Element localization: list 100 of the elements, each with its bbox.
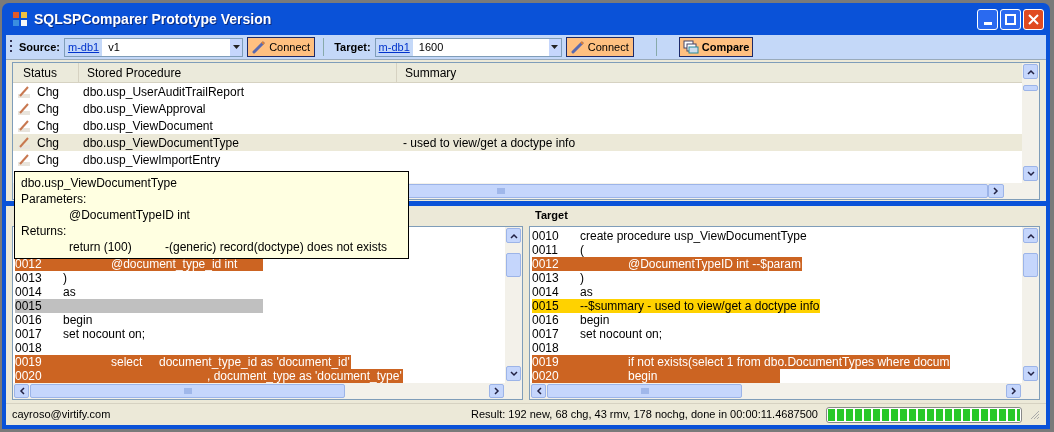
line-number: 0011 [532,243,559,257]
database-name: 1600 [417,39,445,55]
code-text: begin [62,313,94,327]
line-number: 0012 [532,257,560,271]
line-number: 0018 [532,341,560,355]
column-header[interactable]: Status [13,63,79,82]
line-number: 0020 [532,369,560,383]
close-button[interactable] [1023,8,1044,30]
maximize-icon [1005,13,1016,25]
server-link[interactable]: m-db1 [64,38,103,56]
dropdown-arrow-icon [232,45,240,49]
pencil-icon [17,101,31,116]
user-email: cayroso@virtify.com [12,407,111,423]
line-number: 0017 [532,327,560,341]
pencil-icon [17,84,31,99]
server-link[interactable]: m-db1 [375,38,413,56]
pane-title: Target [534,208,569,223]
line-number: 0014 [532,285,560,299]
connect-button[interactable]: Connect [247,37,316,57]
line-number: 0010 [532,229,560,243]
code-text: ) [62,271,68,285]
tooltip-title: dbo.usp_ViewDocumentType [21,175,178,191]
tooltip-text: Parameters: [21,191,88,207]
tooltip-text: return (100) -(generic) record(doctype) does not exists [68,239,389,255]
resize-grip-icon [1030,409,1040,420]
tooltip-text: @DocumentTypeID int [68,207,191,223]
connect-button[interactable]: Connect [565,37,634,57]
windows-icon [682,40,699,54]
vertical-scrollbar[interactable] [1022,227,1039,399]
field-label: Target: [334,39,371,55]
field-label: Source: [19,39,60,55]
line-number: 0013 [532,271,560,285]
code-text: @document_type_id int [110,257,239,271]
line-number: 0019 [15,355,43,369]
database-dropdown[interactable]: m-db1 1600 [374,37,562,57]
code-text: as [579,285,594,299]
grip-handle-icon[interactable] [10,39,13,55]
table-cell-text: Chg [37,134,59,152]
maximize-button[interactable] [1000,8,1021,30]
scrollbar-thumb[interactable] [506,253,521,277]
compare-button[interactable]: Compare [678,37,754,57]
table-cell-text: Chg [37,100,59,118]
line-number: 0018 [15,341,43,355]
plug-icon [570,40,585,54]
result-summary: Result: 192 new, 68 chg, 43 rmv, 178 nochg, done in 00:00:11.4687500 [471,407,818,423]
code-text: --$summary - used to view/get a doctype info [579,299,821,313]
code-text: if not exists(select 1 from dbo.DocumentTypes where docum [627,355,951,369]
pencil-icon [17,135,31,150]
pencil-icon [17,118,31,133]
horizontal-scrollbar[interactable] [13,383,505,399]
line-number: 0015 [15,299,43,313]
dropdown-arrow-icon [551,45,559,49]
line-number: 0014 [15,285,43,299]
table-cell-text: - used to view/get a doctype info [402,134,577,152]
app-icon [12,11,28,27]
close-icon [1028,13,1039,25]
table-cell-text: Chg [37,83,59,101]
code-text: begin [579,313,611,327]
code-text: begin [627,369,659,383]
line-number: 0015 [532,299,560,313]
line-number: 0019 [532,355,560,369]
line-number: 0012 [15,257,43,271]
table-cell-text: dbo.usp_ViewApproval [82,100,207,118]
vertical-scrollbar[interactable] [505,227,522,399]
vertical-scrollbar[interactable] [1022,63,1039,199]
scrollbar-thumb[interactable] [1023,253,1038,277]
column-header[interactable]: Stored Procedure [79,63,397,82]
line-number: 0013 [15,271,43,285]
tooltip-text: Returns: [21,223,68,239]
code-text: ) [579,271,585,285]
code-text: create procedure usp_ViewDocumentType [579,229,808,243]
code-text: set nocount on; [579,327,664,341]
grip-icon [183,388,192,394]
window-title: SQLSPComparer Prototype Version [34,9,272,29]
code-text: as [62,285,77,299]
line-number: 0017 [15,327,43,341]
line-number: 0016 [15,313,43,327]
code-text: @DocumentTypeID int --$param [627,257,802,271]
grip-icon [497,188,505,194]
scrollbar-thumb[interactable] [1023,85,1038,91]
minimize-icon [983,21,992,25]
grip-icon [640,388,649,394]
database-dropdown[interactable]: m-db1 v1 [63,37,244,57]
table-row[interactable]: Chg dbo.usp_ViewDocumentType - used to view/get a doctype info [13,134,1022,151]
code-text: ( [579,243,585,257]
plug-icon [252,40,267,54]
table-cell-text: dbo.usp_ViewDocumentType [82,134,240,152]
database-name: v1 [107,39,121,55]
table-cell-text: Chg [37,151,59,169]
code-text: select document_type_id as 'document_id' [110,355,351,369]
code-text: set nocount on; [62,327,147,341]
column-header[interactable]: Summary [397,63,1022,82]
code-text: , document_type as 'document_type' [206,369,403,383]
minimize-button[interactable] [977,8,998,30]
table-cell-text: Chg [37,117,59,135]
horizontal-scrollbar[interactable] [530,383,1022,399]
line-number: 0020 [15,369,43,383]
table-cell-text: dbo.usp_ViewImportEntry [82,151,222,169]
pencil-icon [17,152,31,167]
line-number: 0016 [532,313,560,327]
